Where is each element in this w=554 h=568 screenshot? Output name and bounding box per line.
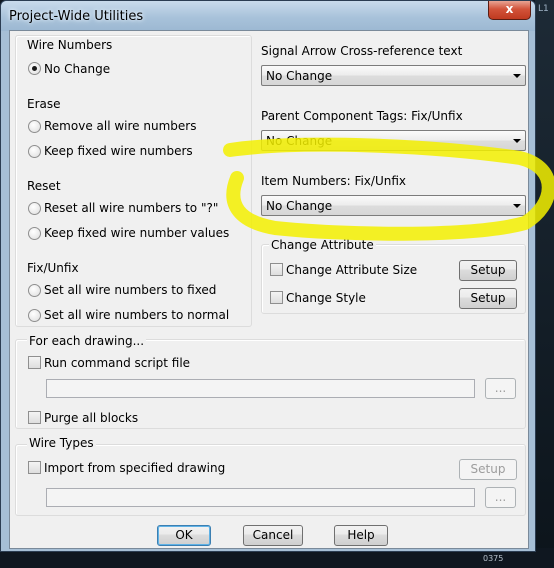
attribute-size-setup-label: Setup	[470, 263, 506, 277]
radio-no-change-label[interactable]: No Change	[44, 62, 110, 76]
radio-remove-all-label[interactable]: Remove all wire numbers	[44, 119, 196, 133]
radio-set-all-fixed-label[interactable]: Set all wire numbers to fixed	[44, 283, 216, 297]
radio-keep-fixed-values[interactable]	[28, 227, 41, 240]
change-attribute-title: Change Attribute	[269, 238, 376, 252]
signal-arrow-label: Signal Arrow Cross-reference text	[261, 44, 463, 58]
parent-tags-label: Parent Component Tags: Fix/Unfix	[261, 109, 463, 123]
chevron-down-icon	[513, 74, 521, 78]
radio-no-change[interactable]	[28, 62, 41, 75]
background-side-label: L1	[538, 4, 549, 14]
background-drawing-strip: L1	[535, 0, 554, 568]
item-numbers-value: No Change	[266, 199, 333, 213]
reset-title: Reset	[27, 179, 61, 193]
fix-unfix-title: Fix/Unfix	[27, 261, 79, 275]
change-attribute-size-label[interactable]: Change Attribute Size	[286, 263, 417, 277]
close-icon: x	[505, 2, 514, 16]
help-label: Help	[347, 528, 375, 542]
run-script-label[interactable]: Run command script file	[44, 356, 190, 370]
script-browse-button[interactable]: ...	[485, 378, 516, 399]
radio-reset-all-wire-numbers[interactable]	[28, 202, 41, 215]
each-drawing-title: For each drawing...	[27, 334, 147, 348]
close-button[interactable]: x	[488, 1, 531, 20]
signal-arrow-value: No Change	[266, 69, 333, 83]
radio-keep-fixed-wire-numbers[interactable]	[28, 145, 41, 158]
chevron-down-icon	[513, 204, 521, 208]
change-attribute-size-checkbox[interactable]	[270, 263, 283, 276]
purge-blocks-checkbox[interactable]	[28, 411, 41, 424]
ok-label: OK	[175, 528, 193, 542]
help-button[interactable]: Help	[334, 525, 388, 546]
item-numbers-label: Item Numbers: Fix/Unfix	[261, 174, 407, 188]
parent-tags-value: No Change	[266, 134, 333, 148]
radio-set-all-fixed[interactable]	[28, 284, 41, 297]
ok-button[interactable]: OK	[157, 525, 211, 546]
dialog-window: Project-Wide Utilities x Wire Numbers No…	[0, 0, 536, 552]
import-drawing-label[interactable]: Import from specified drawing	[44, 461, 225, 475]
radio-remove-all-wire-numbers[interactable]	[28, 120, 41, 133]
parent-tags-dropdown[interactable]: No Change	[261, 130, 526, 151]
purge-blocks-label[interactable]: Purge all blocks	[44, 411, 138, 425]
radio-keep-fixed-values-label[interactable]: Keep fixed wire number values	[44, 226, 229, 240]
run-script-checkbox[interactable]	[28, 356, 41, 369]
item-numbers-dropdown[interactable]: No Change	[261, 195, 526, 216]
dialog-client-area: Wire Numbers No Change Erase Remove all …	[9, 30, 529, 549]
title-bar: Project-Wide Utilities x	[1, 1, 535, 31]
script-file-input[interactable]	[46, 379, 475, 398]
window-title: Project-Wide Utilities	[9, 9, 144, 24]
import-drawing-input[interactable]	[46, 488, 475, 507]
radio-set-all-normal[interactable]	[28, 309, 41, 322]
change-style-checkbox[interactable]	[270, 291, 283, 304]
wire-numbers-title: Wire Numbers	[27, 38, 113, 52]
import-browse-label: ...	[494, 490, 507, 504]
cancel-button[interactable]: Cancel	[243, 525, 303, 546]
wire-types-title: Wire Types	[27, 436, 96, 450]
signal-arrow-dropdown[interactable]: No Change	[261, 65, 526, 86]
attribute-size-setup-button[interactable]: Setup	[459, 260, 517, 281]
cancel-label: Cancel	[252, 528, 294, 542]
erase-title: Erase	[27, 97, 61, 111]
wire-types-setup-label: Setup	[470, 462, 506, 476]
wire-types-setup-button[interactable]: Setup	[459, 459, 517, 480]
change-style-label[interactable]: Change Style	[286, 291, 366, 305]
chevron-down-icon	[513, 139, 521, 143]
script-browse-label: ...	[494, 381, 507, 395]
change-style-setup-label: Setup	[470, 291, 506, 305]
radio-reset-all-label[interactable]: Reset all wire numbers to "?"	[44, 201, 218, 215]
import-drawing-checkbox[interactable]	[28, 461, 41, 474]
import-browse-button[interactable]: ...	[485, 487, 516, 508]
background-coordinate: 0375	[483, 554, 504, 563]
change-style-setup-button[interactable]: Setup	[459, 288, 517, 309]
radio-keep-fixed-label[interactable]: Keep fixed wire numbers	[44, 144, 193, 158]
radio-set-all-normal-label[interactable]: Set all wire numbers to normal	[44, 308, 229, 322]
